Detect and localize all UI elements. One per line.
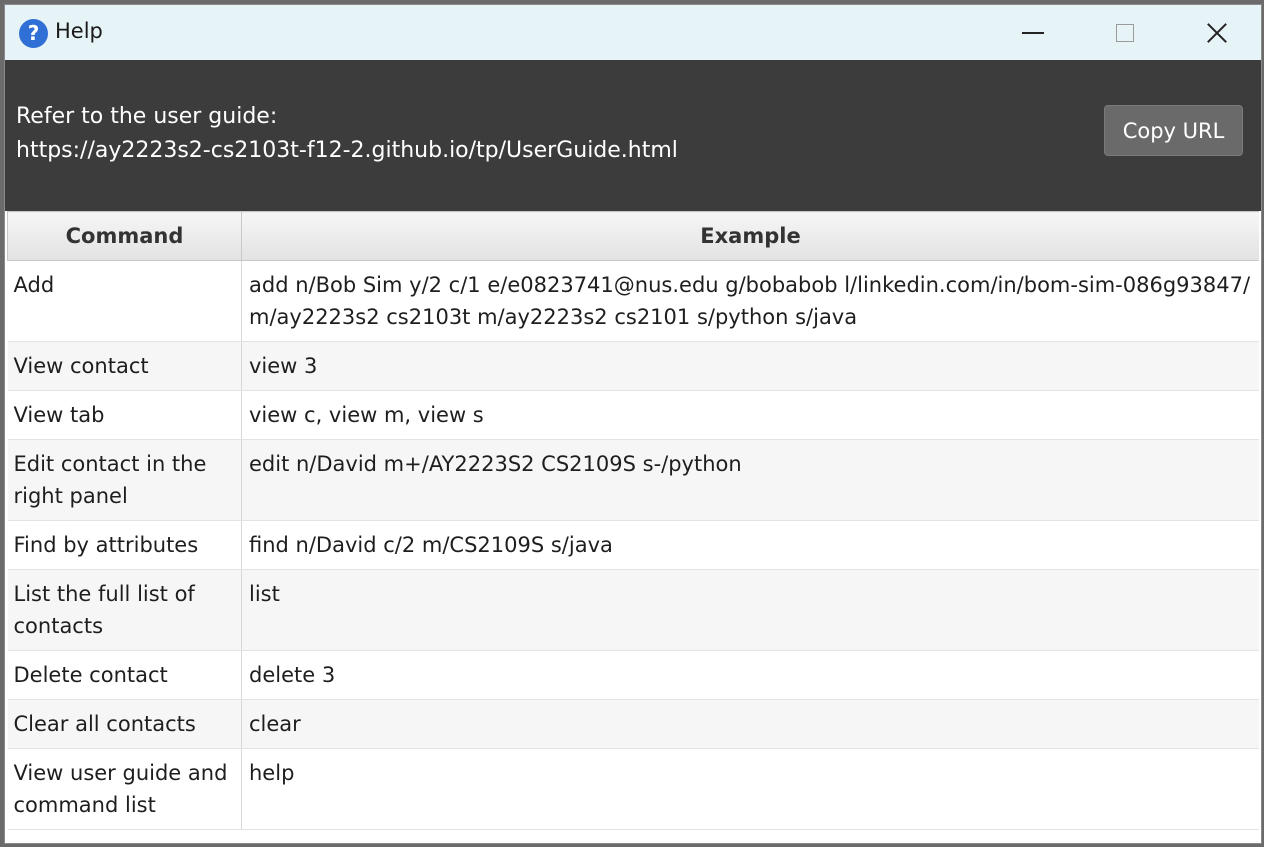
example-cell: list [241, 569, 1259, 651]
example-cell: delete 3 [241, 650, 1259, 700]
table-row[interactable]: Find by attributes find n/David c/2 m/CS… [7, 520, 1259, 570]
close-icon [1206, 22, 1228, 44]
help-question-icon: ? [19, 19, 48, 48]
command-cell: View contact [7, 341, 242, 391]
close-button[interactable] [1171, 5, 1261, 60]
command-cell: View user guide and command list [7, 748, 242, 830]
column-header-command[interactable]: Command [7, 211, 242, 261]
table-row[interactable]: Add add n/Bob Sim y/2 c/1 e/e0823741@nus… [7, 260, 1259, 342]
command-cell: View tab [7, 390, 242, 440]
table-row[interactable]: List the full list of contacts list [7, 569, 1259, 651]
maximize-icon [1116, 23, 1134, 42]
command-cell: Find by attributes [7, 520, 242, 570]
title-bar[interactable]: ? Help [5, 5, 1261, 60]
command-cell: Add [7, 260, 242, 342]
help-window: ? Help Refer to the user guide: https://… [4, 4, 1262, 844]
command-cell: List the full list of contacts [7, 569, 242, 651]
table-row[interactable]: Delete contact delete 3 [7, 650, 1259, 700]
example-cell: find n/David c/2 m/CS2109S s/java [241, 520, 1259, 570]
user-guide-message: Refer to the user guide: https://ay2223s… [16, 100, 678, 168]
minimize-icon [1022, 31, 1044, 34]
column-header-example[interactable]: Example [241, 211, 1259, 261]
command-cell: Clear all contacts [7, 699, 242, 749]
example-cell: clear [241, 699, 1259, 749]
help-header: Refer to the user guide: https://ay2223s… [5, 60, 1261, 211]
command-cell: Edit contact in the right panel [7, 439, 242, 521]
table-row[interactable]: View user guide and command list help [7, 748, 1259, 830]
table-row[interactable]: View contact view 3 [7, 341, 1259, 391]
maximize-button[interactable] [1079, 5, 1171, 60]
table-header-row: Command Example [7, 211, 1259, 261]
example-cell: view 3 [241, 341, 1259, 391]
window-title: Help [55, 19, 103, 43]
command-cell: Delete contact [7, 650, 242, 700]
command-table: Command Example Add add n/Bob Sim y/2 c/… [7, 211, 1259, 843]
example-cell: view c, view m, view s [241, 390, 1259, 440]
example-cell: add n/Bob Sim y/2 c/1 e/e0823741@nus.edu… [241, 260, 1259, 342]
table-row[interactable]: Edit contact in the right panel edit n/D… [7, 439, 1259, 521]
minimize-button[interactable] [987, 5, 1079, 60]
user-guide-url: https://ay2223s2-cs2103t-f12-2.github.io… [16, 138, 678, 163]
example-cell: help [241, 748, 1259, 830]
user-guide-label: Refer to the user guide: [16, 104, 278, 129]
table-row[interactable]: Clear all contacts clear [7, 699, 1259, 749]
copy-url-button[interactable]: Copy URL [1104, 105, 1243, 156]
table-row[interactable]: View tab view c, view m, view s [7, 390, 1259, 440]
example-cell: edit n/David m+/AY2223S2 CS2109S s-/pyth… [241, 439, 1259, 521]
